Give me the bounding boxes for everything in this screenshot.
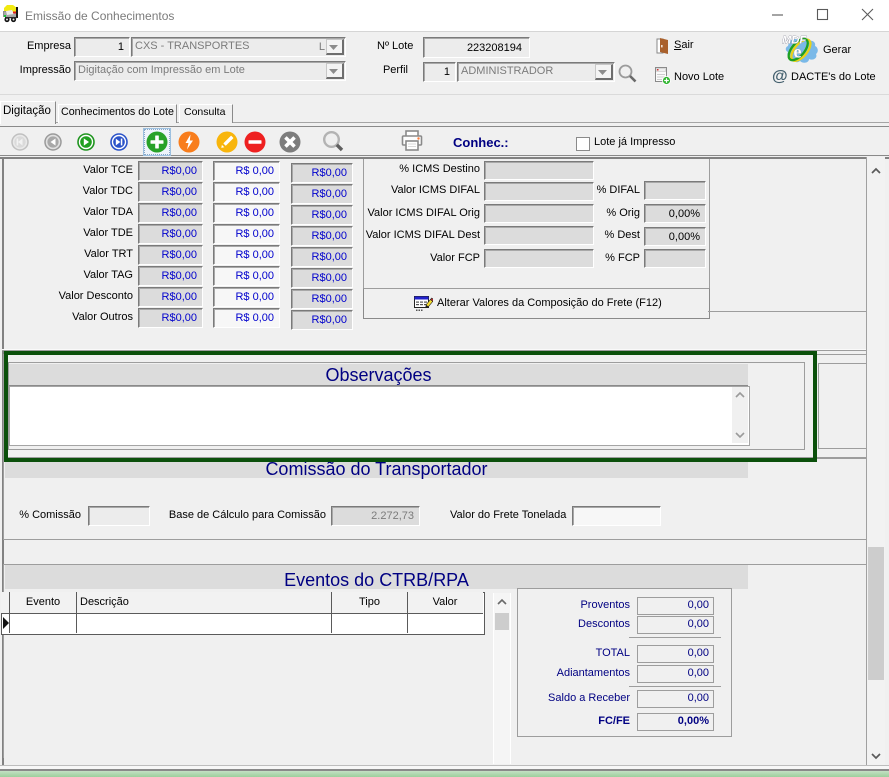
svg-text:e: e [794, 42, 802, 62]
